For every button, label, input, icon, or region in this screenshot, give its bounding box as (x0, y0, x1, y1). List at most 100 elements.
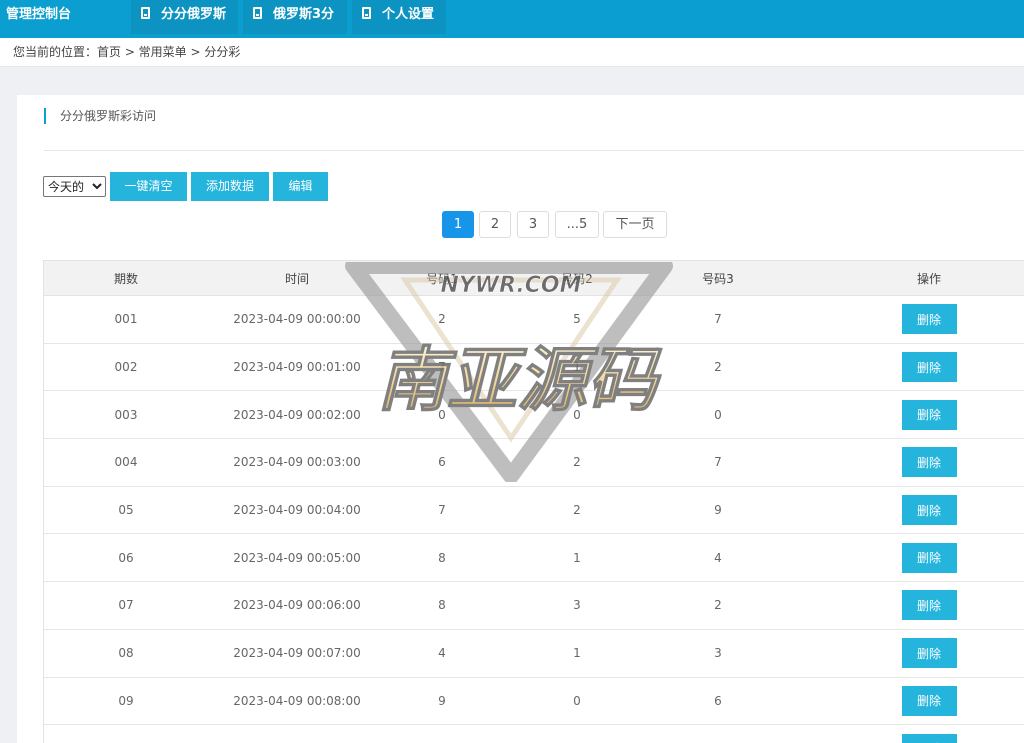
clear-all-button[interactable]: 一键清空 (110, 172, 187, 201)
delete-button[interactable]: 删除 (901, 685, 957, 716)
number3-cell: 2 (714, 360, 722, 375)
number2-cell: 2 (573, 503, 581, 518)
document-icon (141, 7, 150, 19)
nav-tab-label: 个人设置 (382, 7, 435, 22)
number1-cell: 6 (438, 455, 446, 470)
action-cell: 删除 (895, 678, 963, 725)
time-cell: 2023-04-09 00:02:00 (233, 407, 361, 422)
number3-cell: 7 (714, 312, 722, 327)
brand-title: 管理控制台 (6, 7, 72, 22)
page-2-button[interactable]: 2 (479, 211, 511, 238)
next-page-button[interactable]: 下一页 (603, 211, 667, 238)
delete-button[interactable]: 删除 (901, 638, 957, 669)
page-3-button[interactable]: 3 (517, 211, 549, 238)
panel-title: 分分俄罗斯彩访问 (44, 108, 156, 124)
number2-cell: 1 (573, 646, 581, 661)
time-cell: 2023-04-09 00:01:00 (233, 360, 361, 375)
issue-cell: 09 (118, 693, 134, 708)
action-cell: 删除 (895, 630, 963, 677)
top-navbar: 管理控制台 分分俄罗斯 俄罗斯3分 个人设置 (0, 0, 1024, 38)
number2-cell: 0 (573, 407, 581, 422)
nav-tab-label: 俄罗斯3分 (273, 7, 335, 22)
table-row: 06 2023-04-09 00:05:00 8 1 4 删除 (43, 534, 1024, 583)
number2-cell: 1 (573, 360, 581, 375)
number3-cell: 2 (714, 598, 722, 613)
delete-button[interactable]: 删除 (901, 352, 957, 383)
number2-cell: 3 (573, 598, 581, 613)
action-cell: 删除 (895, 534, 963, 581)
nav-tab-personal-settings[interactable]: 个人设置 (352, 0, 446, 34)
content-panel: 分分俄罗斯彩访问 今天的 一键清空 添加数据 编辑 1 2 3 ...5 下一页… (17, 95, 1024, 743)
column-header-issue: 期数 (113, 271, 138, 286)
action-cell: 删除 (895, 439, 963, 486)
column-header-action: 操作 (916, 271, 941, 286)
number1-cell: 0 (438, 407, 446, 422)
date-range-select[interactable]: 今天的 (43, 176, 106, 197)
number1-cell: 2 (438, 312, 446, 327)
delete-button[interactable]: 删除 (901, 447, 957, 478)
action-cell: 删除 (895, 582, 963, 629)
issue-cell: 004 (114, 455, 138, 470)
number2-cell: 5 (573, 312, 581, 327)
delete-button[interactable]: 删除 (901, 733, 957, 743)
page-1-button[interactable]: 1 (442, 211, 474, 238)
number1-cell: 7 (438, 503, 446, 518)
lottery-table: 期数 时间 号码1 号码2 号码3 操作 001 2023-04-09 00:00… (43, 260, 1024, 743)
number3-cell: 9 (714, 503, 722, 518)
number2-cell (542, 725, 612, 743)
issue-cell: 08 (118, 646, 134, 661)
number2-cell: 1 (573, 550, 581, 565)
number1-cell: 4 (438, 646, 446, 661)
delete-button[interactable]: 删除 (901, 590, 957, 621)
document-icon (362, 7, 371, 19)
number1-cell: 8 (438, 598, 446, 613)
column-header-number2: 号码2 (561, 271, 593, 286)
table-row: 08 2023-04-09 00:07:00 4 1 3 删除 (43, 629, 1024, 678)
breadcrumb: 您当前的位置：首页 > 常用菜单 > 分分彩 (0, 38, 1024, 67)
issue-cell: 003 (114, 407, 138, 422)
delete-button[interactable]: 删除 (901, 542, 957, 573)
number3-cell: 3 (714, 646, 722, 661)
delete-button[interactable]: 删除 (901, 304, 957, 335)
issue-cell (76, 725, 176, 743)
nav-tab-russia-3min[interactable]: 俄罗斯3分 (243, 0, 347, 34)
time-cell: 2023-04-09 00:07:00 (233, 646, 361, 661)
action-cell: 删除 (895, 296, 963, 343)
delete-button[interactable]: 删除 (901, 495, 957, 526)
issue-cell: 07 (118, 598, 134, 613)
page-5-button[interactable]: ...5 (555, 211, 599, 238)
table-row: 004 2023-04-09 00:03:00 6 2 7 删除 (43, 439, 1024, 487)
issue-cell: 05 (118, 503, 134, 518)
table-row: 05 2023-04-09 00:04:00 7 2 9 删除 (43, 486, 1024, 535)
column-header-time: 时间 (284, 271, 309, 286)
number1-cell (404, 725, 480, 743)
nav-tab-fenfen-russia[interactable]: 分分俄罗斯 (131, 0, 238, 34)
column-header-number1: 号码1 (426, 271, 458, 286)
table-header: 期数 时间 号码1 号码2 号码3 操作 (43, 261, 1024, 296)
table-row: 003 2023-04-09 00:02:00 0 0 0 删除 (43, 391, 1024, 440)
number3-cell: 0 (714, 407, 722, 422)
number3-cell: 7 (714, 455, 722, 470)
table-row: 07 2023-04-09 00:06:00 8 3 2 删除 (43, 582, 1024, 630)
action-cell: 删除 (895, 487, 963, 534)
issue-cell: 06 (118, 550, 134, 565)
time-cell: 2023-04-09 00:04:00 (233, 503, 361, 518)
number3-cell: 4 (714, 550, 722, 565)
number1-cell: 9 (438, 693, 446, 708)
table-row: 09 2023-04-09 00:08:00 9 0 6 删除 (43, 677, 1024, 726)
delete-button[interactable]: 删除 (901, 399, 957, 430)
edit-button[interactable]: 编辑 (273, 172, 328, 201)
divider (44, 150, 1024, 151)
nav-tab-label: 分分俄罗斯 (161, 7, 227, 22)
number1-cell: 8 (438, 550, 446, 565)
time-cell (222, 725, 372, 743)
time-cell: 2023-04-09 00:08:00 (233, 693, 361, 708)
issue-cell: 001 (114, 312, 138, 327)
column-header-number3: 号码3 (702, 271, 734, 286)
action-cell: 删除 (895, 391, 963, 438)
number3-cell (683, 725, 753, 743)
time-cell: 2023-04-09 00:03:00 (233, 455, 361, 470)
table-body: 001 2023-04-09 00:00:00 2 5 7 删除 002 2023-04-09… (43, 296, 1024, 743)
add-data-button[interactable]: 添加数据 (191, 172, 269, 201)
table-row: 删除 (43, 725, 1024, 743)
